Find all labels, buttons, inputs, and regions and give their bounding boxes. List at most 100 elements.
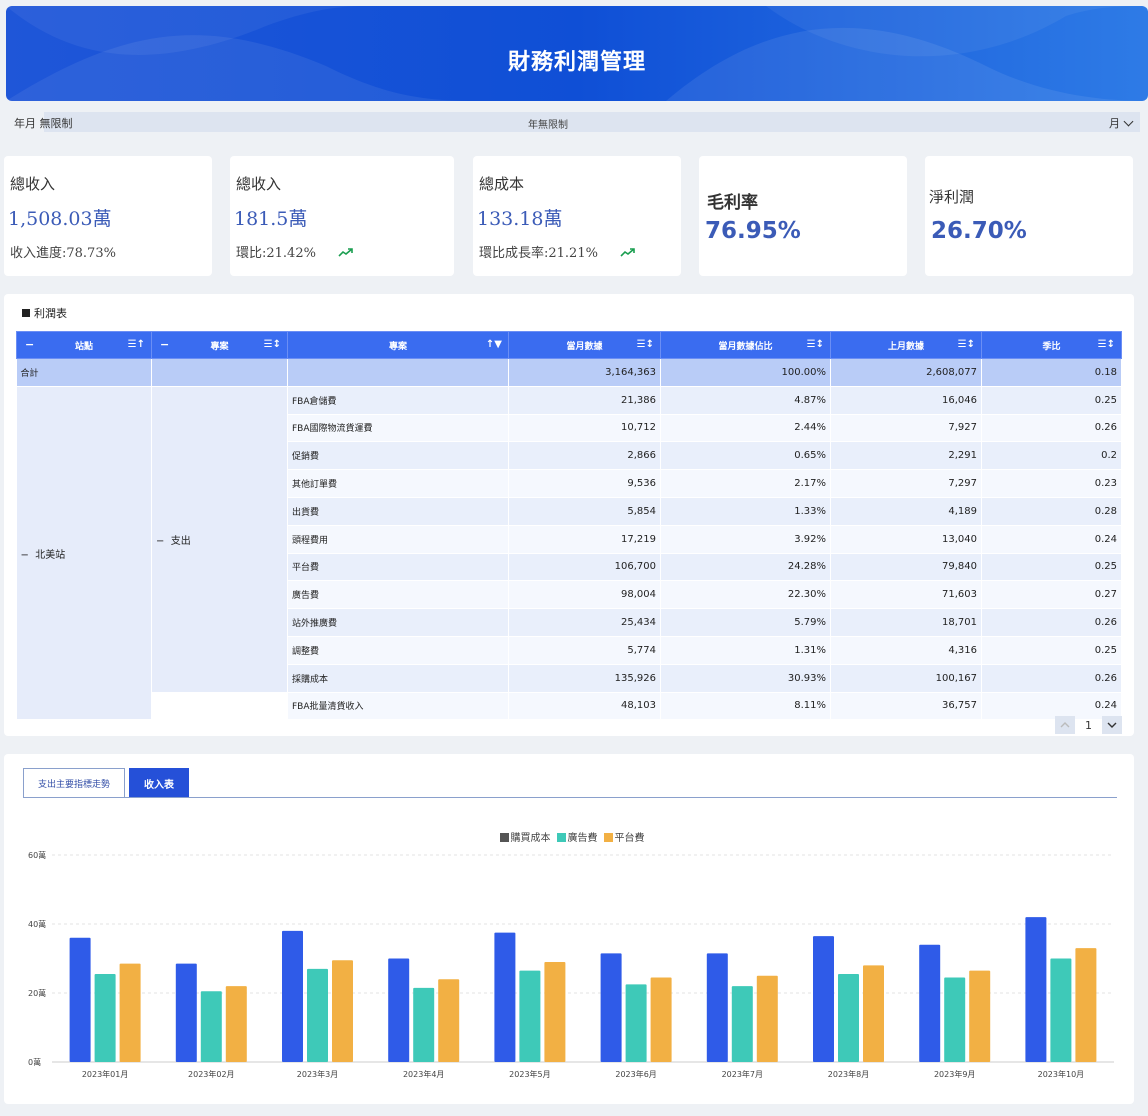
last-cell: 16,046 [830,386,982,415]
legend-label[interactable]: 廣告費 [568,833,598,844]
bar-2 [650,977,672,1062]
collapse-icon[interactable]: − [160,338,169,351]
ratio-cell: 4.87% [660,386,831,415]
item-cell: FBA國際物流貨運費 [287,414,509,443]
date-filter[interactable]: 年月 無限制 年無限制 月 [0,112,1148,132]
y-tick-label: 60萬 [28,850,46,860]
ratio-cell: 1.31% [660,636,831,665]
last-cell: 18,701 [830,608,982,637]
qoq-cell: 0.23 [981,469,1122,498]
bar-2 [969,970,991,1062]
current-cell: 106,700 [508,553,661,582]
bar-1 [838,974,859,1062]
kpi-sub: 環比成長率:21.21% [479,246,598,261]
tab-expense-trend[interactable]: 支出主要指標走勢 [23,768,126,798]
sort-icon[interactable]: ☰↕ [1098,339,1115,350]
qoq-cell: 0.26 [981,608,1122,637]
column-header[interactable]: 上月數據 ☰↕ [830,331,982,359]
filter-unit-select[interactable]: 月 [1109,115,1134,131]
kpi-title: 淨利潤 [929,188,975,206]
last-cell: 2,291 [830,441,982,471]
tab-divider [23,797,1117,798]
bar-0 [494,932,516,1062]
legend-label[interactable]: 平台費 [615,833,645,844]
panel-title: 利潤表 [22,305,67,321]
sort-icon[interactable]: ☰↕ [264,339,281,350]
qoq-cell: 0.25 [981,553,1122,582]
bar-0 [69,937,91,1062]
qoq-cell: 0.28 [981,497,1122,526]
filter-select-bar[interactable] [44,112,1140,132]
prev-page-button[interactable] [1055,716,1075,734]
last-cell: 36,757 [830,692,982,721]
table-row: − 北美站 − 支出 FBA倉儲費 21,386 4.87% 16,046 0.25 [16,386,1122,721]
sort-icon[interactable]: ☰↑ [128,339,145,350]
group-cell[interactable]: − 支出 [151,386,288,693]
next-page-button[interactable] [1102,716,1122,734]
column-header[interactable]: − 站點 ☰↑ [16,331,152,359]
current-cell: 5,854 [508,497,661,526]
kpi-sub-row: 環比成長率:21.21% [479,242,636,261]
column-header[interactable]: 專案 ↑▼ [287,331,509,359]
last-cell: 71,603 [830,580,982,610]
total-ratio: 100.00% [660,358,831,387]
kpi-sub-row: 環比:21.42% [236,242,354,261]
x-tick-label: 2023年9月 [934,1069,975,1079]
legend-swatch [603,833,613,842]
collapse-icon[interactable]: − [25,338,34,351]
x-tick-label: 2023年01月 [82,1069,129,1079]
table-header-row: − 站點 ☰↑ − 專案 ☰↕ 專案 ↑▼ 當月數據 ☰↕ 當月數據佔比 ☰↕ 上月數據 ☰↕ … [16,331,1122,359]
ratio-cell: 2.44% [660,414,831,443]
ratio-cell: 2.17% [660,469,831,498]
x-tick-label: 2023年8月 [828,1069,869,1079]
y-tick-label: 40萬 [28,919,46,929]
filter-unit-label: 月 [1109,117,1120,130]
current-cell: 21,386 [508,386,661,415]
trend-up-icon [620,246,636,261]
collapse-icon[interactable]: − [156,536,171,547]
x-tick-label: 2023年5月 [509,1069,550,1079]
x-tick-label: 2023年02月 [188,1069,235,1079]
bar-2 [119,963,141,1062]
bar-1 [1050,958,1072,1062]
x-tick-label: 2023年7月 [722,1069,763,1079]
bar-1 [625,984,647,1062]
table-row: FBA批量清貨收入 48,103 8.11% 36,757 0.24 [17,692,1122,721]
bar-1 [944,977,966,1062]
chart-panel: 支出主要指標走勢 收入表 購買成本 廣告費 平台費 0萬 20萬 40萬 60萬 2023年… [4,754,1134,1104]
bar-1 [307,968,328,1062]
kpi-card-revenue: 總收入 181.5萬 環比:21.42% [230,156,454,276]
page-number: 1 [1085,718,1092,732]
kpi-value: 26.70% [931,218,1027,244]
kpi-value: 1,508.03萬 [8,208,112,230]
filter-icon[interactable]: ↑▼ [486,339,502,350]
item-cell: FBA批量清貨收入 [287,692,509,721]
qoq-cell: 0.26 [981,414,1122,443]
sort-icon[interactable]: ☰↕ [637,339,654,350]
x-tick-label: 2023年6月 [615,1069,656,1079]
column-header[interactable]: − 專案 ☰↕ [151,331,288,359]
total-label: 合計 [16,358,152,387]
item-cell: 調整費 [287,636,509,665]
legend-label[interactable]: 購買成本 [511,833,551,844]
current-cell: 5,774 [508,636,661,665]
last-cell: 79,840 [830,553,982,582]
bar-1 [519,970,541,1062]
sort-icon[interactable]: ☰↕ [807,339,824,350]
tab-income-table[interactable]: 收入表 [129,768,190,798]
item-cell: 頭程費用 [287,525,509,554]
column-header[interactable]: 當月數據 ☰↕ [508,331,661,359]
column-header[interactable]: 季比 ☰↕ [981,331,1122,359]
legend-swatch [499,833,509,842]
ratio-cell: 1.33% [660,497,831,526]
bar-0 [175,963,197,1062]
kpi-value: 76.95% [705,218,801,244]
qoq-cell: 0.2 [981,441,1122,471]
group-label: 支出 [170,535,191,547]
collapse-icon[interactable]: − [21,550,36,561]
bar-0 [706,953,728,1062]
column-label: 專案 [388,341,407,352]
sort-icon[interactable]: ☰↕ [958,339,975,350]
site-cell[interactable]: − 北美站 [16,386,152,721]
column-header[interactable]: 當月數據佔比 ☰↕ [660,331,831,359]
